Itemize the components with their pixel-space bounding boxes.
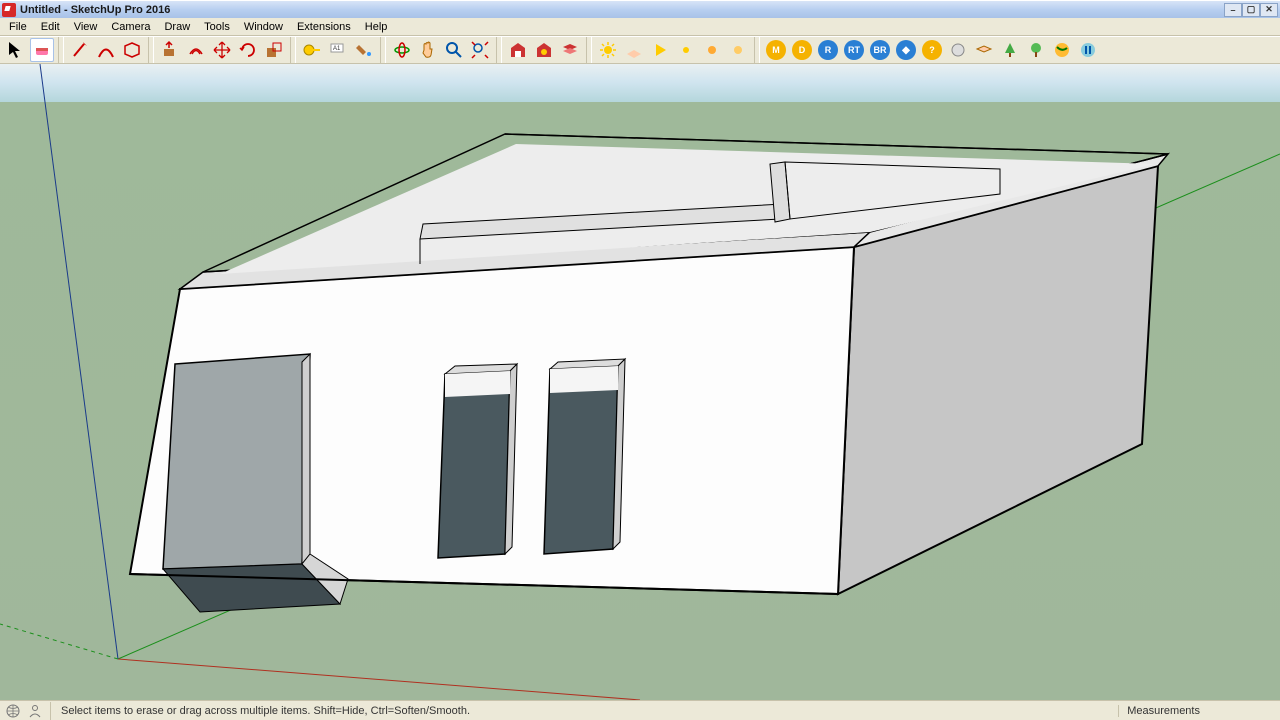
plugin-pause[interactable] — [1076, 38, 1100, 62]
green-axis-neg — [0, 624, 118, 659]
shadow-toggle[interactable] — [622, 38, 646, 62]
blue-axis — [40, 64, 118, 659]
plugin-earth[interactable] — [1050, 38, 1074, 62]
layers-tool[interactable] — [558, 38, 582, 62]
window-titlebar: Untitled - SketchUp Pro 2016 – ▢ ✕ — [0, 0, 1280, 18]
menubar: File Edit View Camera Draw Tools Window … — [0, 18, 1280, 36]
menu-draw[interactable]: Draw — [157, 20, 197, 34]
menu-window[interactable]: Window — [237, 20, 290, 34]
pushpull-tool[interactable] — [158, 38, 182, 62]
tape-tool[interactable] — [300, 38, 324, 62]
rotate-tool[interactable] — [236, 38, 260, 62]
warehouse-tool[interactable] — [506, 38, 530, 62]
menu-extensions[interactable]: Extensions — [290, 20, 358, 34]
scale-tool[interactable] — [262, 38, 286, 62]
statusbar: Select items to erase or drag across mul… — [0, 700, 1280, 720]
window-title: Untitled - SketchUp Pro 2016 — [20, 4, 1224, 16]
menu-camera[interactable]: Camera — [104, 20, 157, 34]
svg-text:A1: A1 — [333, 46, 341, 52]
toolbar: A1 — [0, 36, 1280, 64]
app-icon — [2, 3, 16, 17]
plugin-tree1[interactable] — [998, 38, 1022, 62]
badge-rt[interactable]: RT — [842, 38, 866, 62]
badge-m[interactable]: M — [764, 38, 788, 62]
move-tool[interactable] — [210, 38, 234, 62]
line-tool[interactable] — [68, 38, 92, 62]
menu-edit[interactable]: Edit — [34, 20, 67, 34]
window-1-light — [445, 371, 510, 397]
paint-tool[interactable] — [352, 38, 376, 62]
zoomext-tool[interactable] — [468, 38, 492, 62]
measurements-label: Measurements — [1118, 705, 1280, 717]
menu-view[interactable]: View — [67, 20, 105, 34]
door-jamb — [302, 354, 310, 564]
red-axis — [118, 659, 640, 700]
menu-tools[interactable]: Tools — [197, 20, 237, 34]
window-1 — [438, 371, 510, 558]
offset-tool[interactable] — [184, 38, 208, 62]
menu-file[interactable]: File — [2, 20, 34, 34]
badge-help[interactable]: ? — [920, 38, 944, 62]
extwarehouse-tool[interactable] — [532, 38, 556, 62]
credits-icon[interactable] — [26, 702, 44, 720]
sun-tool[interactable] — [596, 38, 620, 62]
plugin-tree2[interactable] — [1024, 38, 1048, 62]
close-button[interactable]: ✕ — [1260, 3, 1278, 17]
model-canvas[interactable] — [0, 64, 1280, 700]
maximize-button[interactable]: ▢ — [1242, 3, 1260, 17]
badge-r[interactable]: R — [816, 38, 840, 62]
small-orb[interactable] — [700, 38, 724, 62]
play-tool[interactable] — [648, 38, 672, 62]
viewport[interactable] — [0, 64, 1280, 700]
arc-tool[interactable] — [94, 38, 118, 62]
orbit-tool[interactable] — [390, 38, 414, 62]
pan-tool[interactable] — [416, 38, 440, 62]
window-2-light — [550, 366, 618, 393]
plugin-layer[interactable] — [972, 38, 996, 62]
text-tool[interactable]: A1 — [326, 38, 350, 62]
minimize-button[interactable]: – — [1224, 3, 1242, 17]
select-tool[interactable] — [4, 38, 28, 62]
zoom-tool[interactable] — [442, 38, 466, 62]
plugin-sphere[interactable] — [946, 38, 970, 62]
status-hint: Select items to erase or drag across mul… — [57, 705, 1118, 717]
badge-br[interactable]: BR — [868, 38, 892, 62]
badge-dq[interactable]: ◆ — [894, 38, 918, 62]
small-orb-2[interactable] — [726, 38, 750, 62]
badge-d[interactable]: D — [790, 38, 814, 62]
eraser-tool[interactable] — [30, 38, 54, 62]
door-opening — [163, 354, 310, 569]
window-2 — [544, 366, 618, 554]
geo-icon[interactable] — [4, 702, 22, 720]
menu-help[interactable]: Help — [358, 20, 395, 34]
small-sun[interactable] — [674, 38, 698, 62]
shape-tool[interactable] — [120, 38, 144, 62]
